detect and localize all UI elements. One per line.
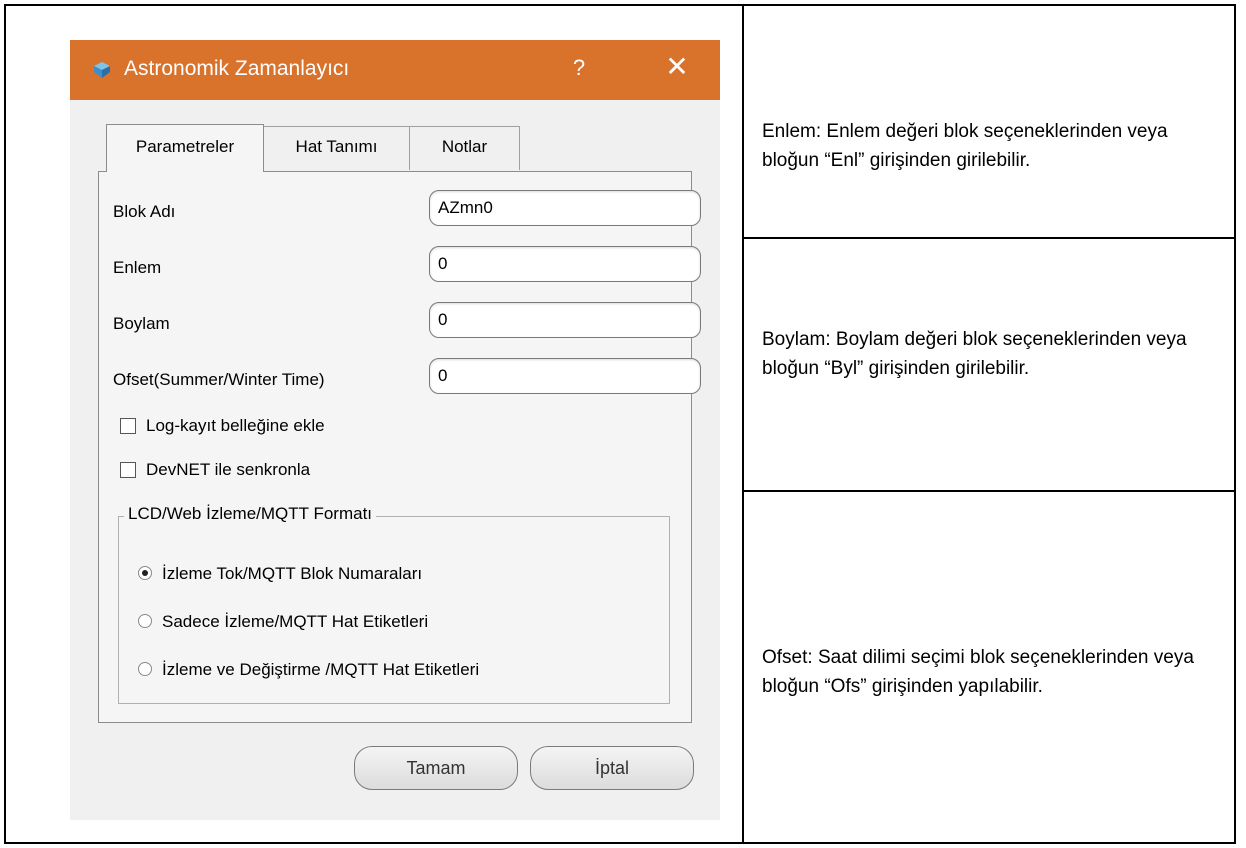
cancel-button[interactable]: İptal [530,746,694,790]
title-bar: Astronomik Zamanlayıcı ? ✕ [70,40,720,100]
offset-label: Ofset(Summer/Winter Time) [113,370,325,389]
tab-parametreler[interactable]: Parametreler [106,124,264,172]
note-enlem: Enlem: Enlem değeri blok seçeneklerinden… [762,121,1168,171]
close-icon[interactable]: ✕ [660,50,694,83]
row-divider [742,237,1236,239]
tab-hat-tanimi[interactable]: Hat Tanımı [264,126,410,170]
note-boylam: Boylam: Boylam değeri blok seçeneklerind… [762,329,1187,379]
latitude-input[interactable]: 0 [429,246,701,282]
radio-monitor-modify[interactable] [138,662,152,676]
radio-monitor-only-label: Sadece İzleme/MQTT Hat Etiketleri [162,612,429,631]
latitude-label: Enlem [113,258,162,277]
radio-monitor-modify-label: İzleme ve Değiştirme /MQTT Hat Etiketler… [162,660,480,679]
tab-notlar[interactable]: Notlar [410,126,520,170]
row-divider [742,490,1236,492]
app-icon [94,62,110,78]
devnet-checkbox-label: DevNET ile senkronla [146,460,311,479]
radio-block-numbers-label: İzleme Tok/MQTT Blok Numaraları [162,564,423,583]
astronomic-timer-dialog: Astronomik Zamanlayıcı ? ✕ Parametreler … [70,40,720,820]
dialog-title: Astronomik Zamanlayıcı [124,57,350,80]
devnet-checkbox[interactable] [120,462,136,478]
radio-block-numbers[interactable] [138,566,152,580]
longitude-label: Boylam [113,314,170,333]
longitude-input[interactable]: 0 [429,302,701,338]
offset-input[interactable]: 0 [429,358,701,394]
block-name-input[interactable]: AZmn0 [429,190,701,226]
column-divider [742,4,744,844]
note-ofset: Ofset: Saat dilimi seçimi blok seçenekle… [762,647,1194,697]
block-name-label: Blok Adı [113,202,176,221]
help-button[interactable]: ? [567,55,591,81]
log-checkbox-label: Log-kayıt belleğine ekle [146,416,325,435]
format-group-title: LCD/Web İzleme/MQTT Formatı [124,504,377,524]
ok-button[interactable]: Tamam [354,746,518,790]
radio-monitor-only[interactable] [138,614,152,628]
log-checkbox[interactable] [120,418,136,434]
